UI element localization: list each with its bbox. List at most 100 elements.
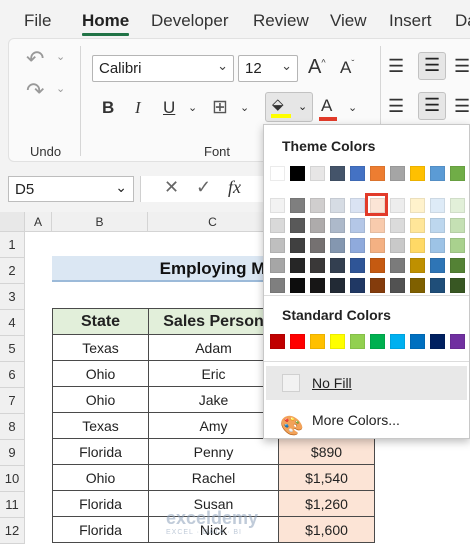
row-header[interactable]: 1	[0, 232, 25, 258]
theme-shade-swatch[interactable]	[330, 258, 345, 273]
theme-shade-swatch[interactable]	[330, 198, 345, 213]
cell-sales-person[interactable]: Eric	[148, 360, 279, 387]
theme-shade-swatch[interactable]	[430, 218, 445, 233]
theme-color-swatch[interactable]	[350, 166, 365, 181]
header-cell-state[interactable]: State	[52, 308, 149, 335]
bold-button[interactable]: B	[102, 98, 114, 118]
tab-data[interactable]: Da	[455, 11, 470, 31]
italic-button[interactable]: I	[135, 98, 141, 118]
theme-color-swatch[interactable]	[310, 166, 325, 181]
tab-review[interactable]: Review	[253, 11, 309, 31]
theme-color-swatch[interactable]	[430, 166, 445, 181]
align-center-button[interactable]: ☰	[418, 92, 446, 120]
underline-chevron-icon[interactable]: ⌄	[188, 101, 197, 114]
cell-amount[interactable]: $1,540	[278, 464, 375, 491]
theme-shade-swatch[interactable]	[450, 198, 465, 213]
cell-state[interactable]: Ohio	[52, 386, 149, 413]
theme-shade-swatch[interactable]	[410, 238, 425, 253]
standard-color-swatch[interactable]	[290, 334, 305, 349]
font-color-button[interactable]: A	[321, 96, 332, 116]
enter-icon[interactable]: ✓	[196, 177, 211, 198]
theme-shade-swatch[interactable]	[390, 198, 405, 213]
cell-amount[interactable]: $1,600	[278, 516, 375, 543]
insert-function-icon[interactable]: fx	[228, 177, 241, 198]
cancel-icon[interactable]: ✕	[164, 177, 179, 198]
theme-color-swatch[interactable]	[410, 166, 425, 181]
row-header[interactable]: 3	[0, 284, 25, 310]
tab-developer[interactable]: Developer	[151, 11, 229, 31]
font-color-chevron-icon[interactable]: ⌄	[348, 101, 357, 114]
standard-color-swatch[interactable]	[430, 334, 445, 349]
font-name-combo[interactable]: Calibri ⌄	[92, 55, 234, 82]
theme-color-swatch[interactable]	[290, 166, 305, 181]
cell-state[interactable]: Ohio	[52, 464, 149, 491]
tab-file[interactable]: File	[24, 11, 51, 31]
middle-align-button[interactable]: ☰	[418, 52, 446, 80]
theme-shade-swatch[interactable]	[270, 218, 285, 233]
cell-state[interactable]: Florida	[52, 438, 149, 465]
cell-sales-person[interactable]: Adam	[148, 334, 279, 361]
theme-shade-swatch[interactable]	[370, 278, 385, 293]
standard-color-swatch[interactable]	[310, 334, 325, 349]
redo-icon[interactable]: ↷	[26, 78, 44, 104]
theme-color-swatch[interactable]	[370, 166, 385, 181]
grow-font-button[interactable]: A^	[308, 56, 326, 79]
cell-state[interactable]: Florida	[52, 490, 149, 517]
theme-shade-swatch[interactable]	[290, 238, 305, 253]
theme-shade-swatch[interactable]	[330, 218, 345, 233]
standard-color-swatch[interactable]	[410, 334, 425, 349]
theme-shade-swatch[interactable]	[410, 198, 425, 213]
theme-shade-swatch[interactable]	[310, 238, 325, 253]
borders-chevron-icon[interactable]: ⌄	[240, 101, 249, 114]
align-left-icon[interactable]: ☰	[388, 96, 404, 117]
row-header[interactable]: 6	[0, 362, 25, 388]
theme-shade-swatch[interactable]	[350, 218, 365, 233]
theme-shade-swatch[interactable]	[450, 278, 465, 293]
theme-shade-swatch[interactable]	[450, 218, 465, 233]
tab-home[interactable]: Home	[82, 11, 129, 31]
theme-shade-swatch[interactable]	[290, 258, 305, 273]
column-header-a[interactable]: A	[25, 212, 52, 232]
theme-shade-swatch[interactable]	[390, 278, 405, 293]
undo-icon[interactable]: ↶	[26, 46, 44, 72]
standard-color-swatch[interactable]	[450, 334, 465, 349]
theme-shade-swatch[interactable]	[310, 198, 325, 213]
theme-shade-swatch[interactable]	[350, 198, 365, 213]
redo-chevron-icon[interactable]: ⌄	[56, 82, 65, 95]
row-header[interactable]: 11	[0, 492, 25, 518]
theme-shade-swatch[interactable]	[390, 238, 405, 253]
theme-shade-swatch[interactable]	[310, 218, 325, 233]
tab-view[interactable]: View	[330, 11, 367, 31]
cell-sales-person[interactable]: Rachel	[148, 464, 279, 491]
cell-amount[interactable]: $1,260	[278, 490, 375, 517]
theme-shade-swatch[interactable]	[330, 278, 345, 293]
theme-shade-swatch[interactable]	[430, 198, 445, 213]
theme-shade-swatch[interactable]	[270, 198, 285, 213]
cell-state[interactable]: Florida	[52, 516, 149, 543]
row-header[interactable]: 9	[0, 440, 25, 466]
bottom-align-icon[interactable]: ☰	[454, 56, 470, 77]
theme-shade-swatch[interactable]	[410, 258, 425, 273]
fill-color-button[interactable]: ⬙ ⌄	[265, 92, 313, 122]
theme-color-swatch[interactable]	[330, 166, 345, 181]
name-box[interactable]: D5 ⌄	[8, 176, 134, 202]
select-all-corner[interactable]	[0, 212, 25, 232]
theme-shade-swatch[interactable]	[430, 278, 445, 293]
theme-shade-swatch[interactable]	[270, 258, 285, 273]
theme-shade-swatch[interactable]	[370, 238, 385, 253]
theme-shade-swatch[interactable]	[450, 238, 465, 253]
cell-state[interactable]: Ohio	[52, 360, 149, 387]
theme-shade-swatch[interactable]	[390, 258, 405, 273]
theme-shade-swatch[interactable]	[430, 258, 445, 273]
column-header-b[interactable]: B	[52, 212, 148, 232]
cell-state[interactable]: Texas	[52, 412, 149, 439]
theme-shade-swatch[interactable]	[290, 218, 305, 233]
theme-shade-swatch[interactable]	[410, 218, 425, 233]
theme-color-swatch[interactable]	[270, 166, 285, 181]
font-size-combo[interactable]: 12 ⌄	[238, 55, 298, 82]
theme-shade-swatch[interactable]	[350, 258, 365, 273]
column-header-c[interactable]: C	[148, 212, 278, 232]
tab-insert[interactable]: Insert	[389, 11, 432, 31]
row-header[interactable]: 8	[0, 414, 25, 440]
cell-sales-person[interactable]: Amy	[148, 412, 279, 439]
